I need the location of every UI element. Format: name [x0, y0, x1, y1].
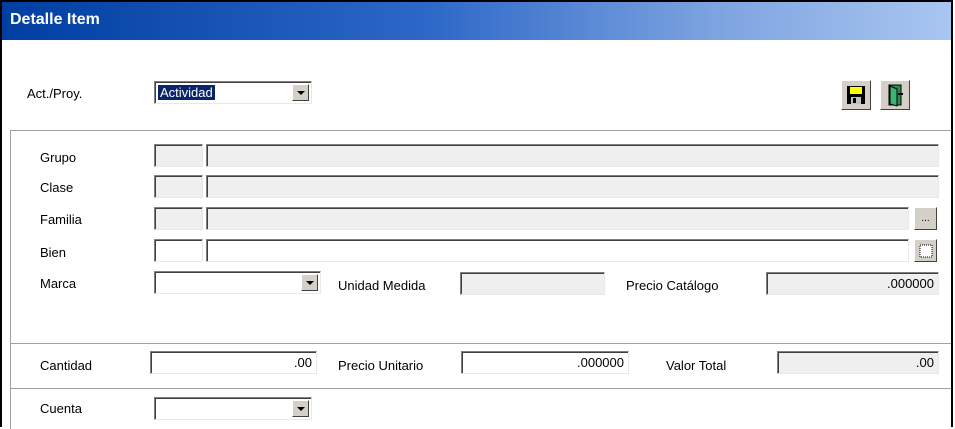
unidad-medida-field[interactable]	[460, 272, 605, 295]
valor-total-label: Valor Total	[666, 358, 727, 373]
floppy-disk-icon	[847, 86, 865, 104]
cantidad-label: Cantidad	[40, 358, 93, 373]
familia-lookup-button[interactable]: ...	[914, 207, 937, 230]
clase-label: Clase	[40, 180, 74, 195]
precio-catalogo-field[interactable]: .000000	[766, 272, 939, 295]
grupo-desc-field[interactable]	[206, 144, 939, 167]
familia-code-field[interactable]	[154, 207, 203, 230]
chevron-down-icon[interactable]	[292, 84, 309, 101]
familia-desc-field[interactable]	[206, 207, 909, 230]
clase-code-field[interactable]	[154, 175, 203, 198]
door-exit-icon	[888, 84, 903, 107]
bien-label: Bien	[40, 245, 67, 260]
precio-unitario-field[interactable]: .000000	[461, 351, 629, 374]
unidad-medida-label: Unidad Medida	[338, 278, 426, 293]
title-bar: Detalle Item	[2, 2, 951, 40]
cuenta-label: Cuenta	[40, 401, 82, 416]
cantidad-value: .00	[293, 355, 312, 370]
bien-lookup-button[interactable]	[914, 239, 937, 262]
cuenta-select[interactable]	[154, 397, 312, 420]
act-proy-value: Actividad	[158, 85, 215, 100]
window-title: Detalle Item	[10, 11, 100, 28]
chevron-down-icon[interactable]	[301, 274, 318, 291]
grupo-code-field[interactable]	[154, 144, 203, 167]
act-proy-select[interactable]: Actividad	[154, 81, 312, 104]
precio-unitario-label: Precio Unitario	[338, 358, 424, 373]
bien-desc-field[interactable]	[206, 239, 909, 262]
act-proy-label: Act./Proy.	[27, 86, 83, 101]
valor-total-field[interactable]: .00	[777, 351, 939, 374]
grupo-label: Grupo	[40, 150, 77, 165]
marca-label: Marca	[40, 276, 77, 291]
exit-button[interactable]	[880, 80, 910, 110]
precio-catalogo-label: Precio Catálogo	[626, 278, 719, 293]
familia-label: Familia	[40, 212, 82, 227]
precio-unitario-value: .000000	[577, 355, 624, 370]
cantidad-field[interactable]: .00	[150, 351, 317, 374]
lookup-box-icon	[919, 244, 932, 258]
clase-desc-field[interactable]	[206, 175, 939, 198]
precio-catalogo-value: .000000	[887, 276, 934, 291]
chevron-down-icon[interactable]	[292, 400, 309, 417]
marca-select[interactable]	[154, 271, 321, 294]
bien-code-field[interactable]	[154, 239, 203, 262]
valor-total-value: .00	[915, 355, 934, 370]
detail-window: Detalle Item Act./Proy. Actividad Grupo …	[0, 0, 953, 429]
cuenta-group	[10, 388, 951, 429]
save-button[interactable]	[841, 80, 871, 110]
